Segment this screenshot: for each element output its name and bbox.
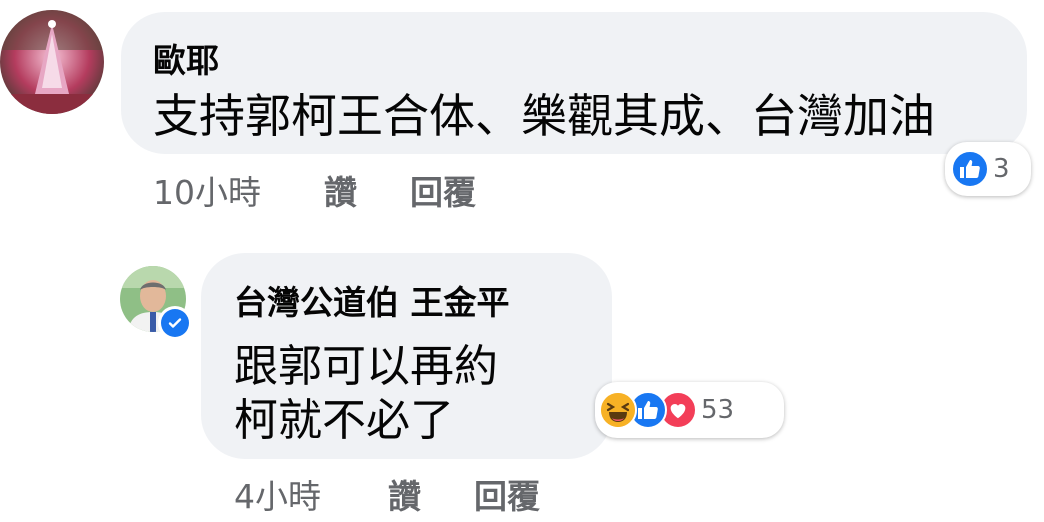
like-button[interactable]: 讚 bbox=[324, 166, 357, 214]
reaction-summary[interactable]: 3 bbox=[945, 142, 1031, 196]
like-button[interactable]: 讚 bbox=[388, 470, 421, 518]
reaction-summary[interactable]: 53 bbox=[595, 382, 784, 438]
like-icon bbox=[951, 150, 989, 188]
reply-button[interactable]: 回覆 bbox=[474, 470, 540, 518]
comment-timestamp[interactable]: 4小時 bbox=[234, 470, 321, 518]
avatar[interactable] bbox=[0, 10, 104, 114]
reaction-count: 53 bbox=[701, 395, 735, 425]
reaction-count: 3 bbox=[993, 154, 1010, 184]
reply-button[interactable]: 回覆 bbox=[410, 166, 476, 214]
haha-icon bbox=[599, 391, 637, 429]
avatar-photo bbox=[0, 10, 104, 114]
comment-text: 支持郭柯王合体、樂觀其成、台灣加油 bbox=[153, 89, 935, 143]
comment-timestamp[interactable]: 10小時 bbox=[153, 166, 261, 214]
comment-author[interactable]: 歐耶 bbox=[153, 34, 219, 82]
comment-thread: 歐耶 支持郭柯王合体、樂觀其成、台灣加油 3 10小時 讚 回覆 台灣公道伯 王… bbox=[0, 0, 1044, 522]
comment-text: 柯就不必了 bbox=[234, 395, 454, 446]
comment-author[interactable]: 台灣公道伯 王金平 bbox=[234, 276, 510, 324]
verified-badge-icon bbox=[158, 306, 192, 340]
